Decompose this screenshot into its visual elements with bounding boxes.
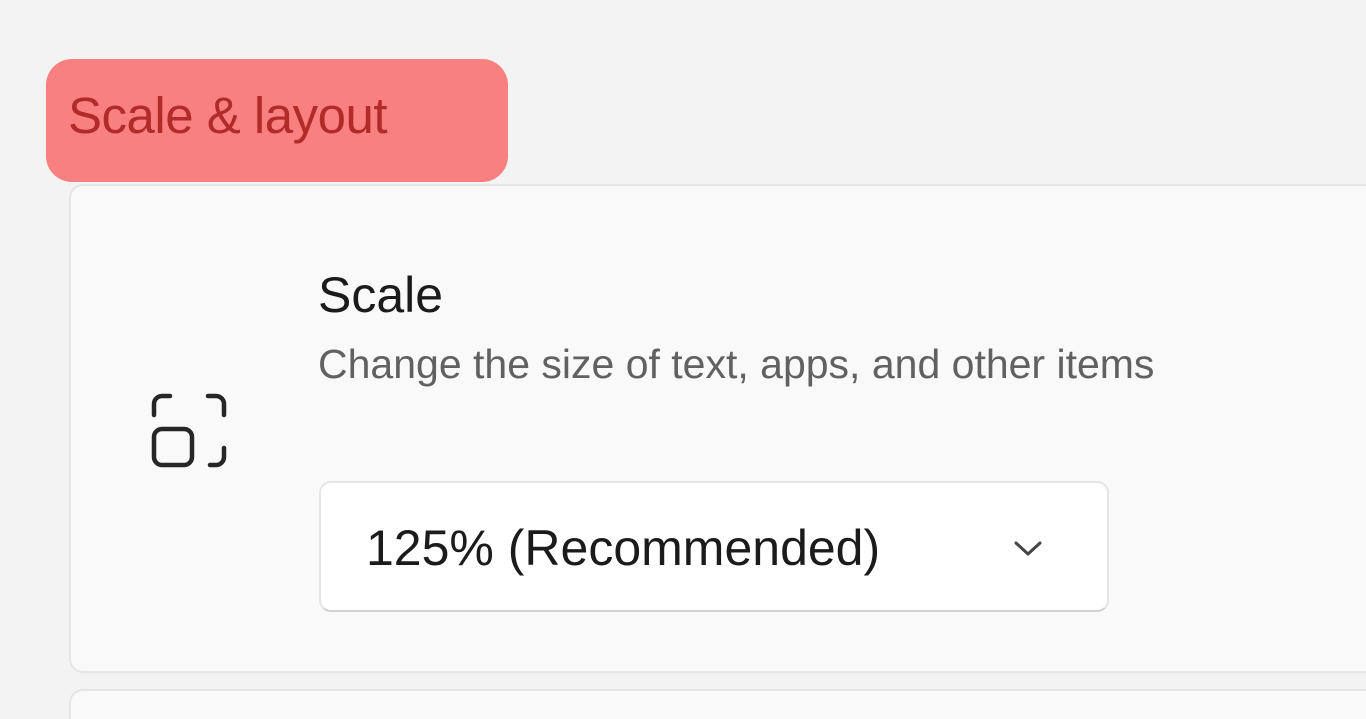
scale-dropdown-value: 125% (Recommended) (366, 520, 881, 576)
scale-setting-title: Scale (318, 267, 444, 323)
section-title: Scale & layout (68, 87, 388, 144)
next-setting-card[interactable] (69, 689, 1366, 719)
settings-page: Scale & layout Scale Change the size of … (0, 0, 1366, 719)
chevron-down-icon (1014, 541, 1042, 556)
scale-icon (151, 393, 227, 468)
section-header-scale-layout: Scale & layout (46, 59, 508, 182)
scale-dropdown[interactable]: 125% (Recommended) (319, 481, 1109, 612)
scale-setting-description: Change the size of text, apps, and other… (318, 341, 1155, 387)
